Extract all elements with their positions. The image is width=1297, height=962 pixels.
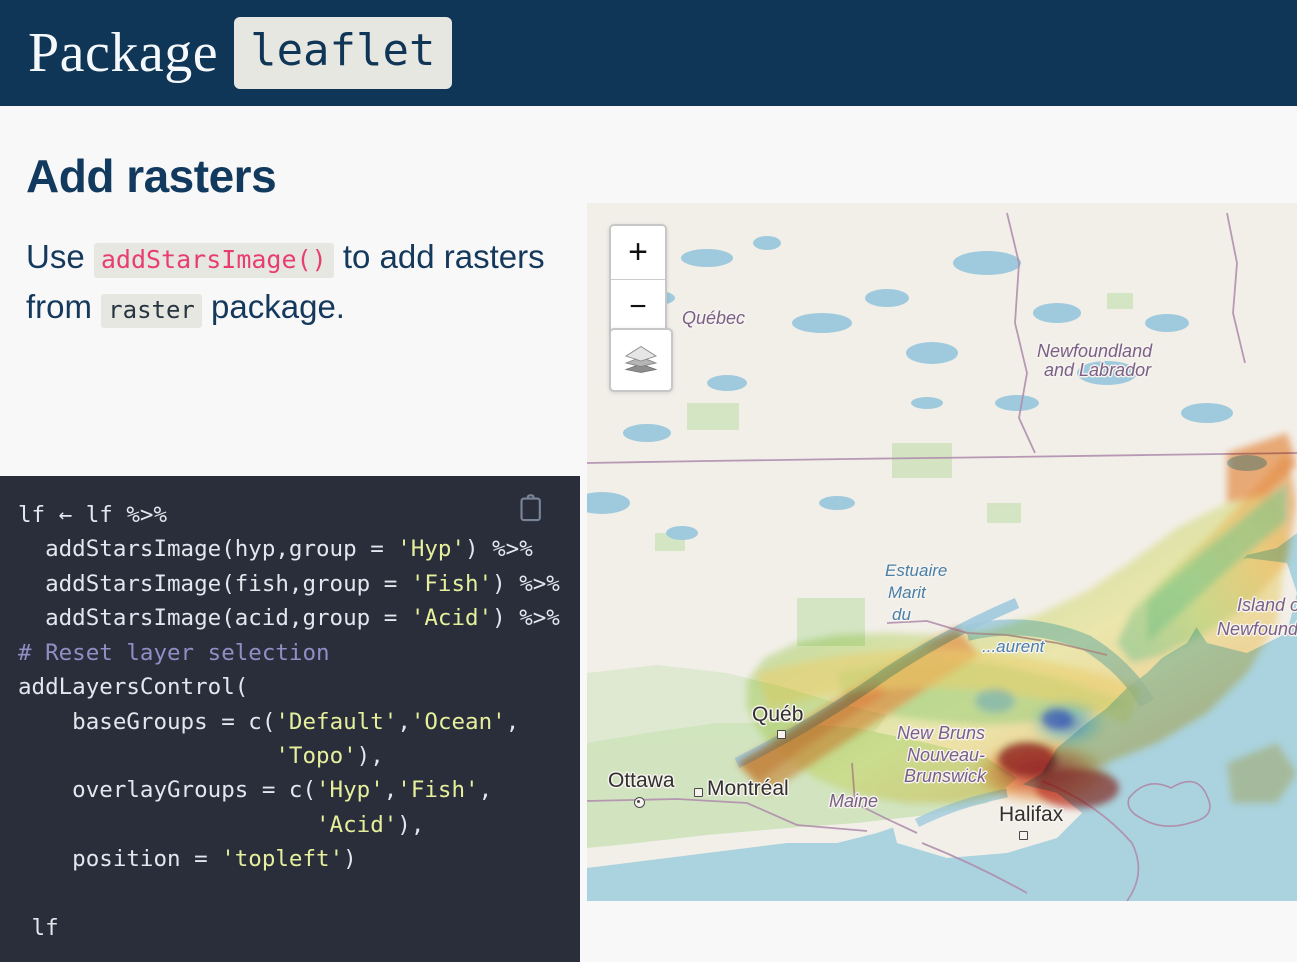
code-content: lf ← lf %>% addStarsImage(hyp,group = 'H… xyxy=(18,502,560,942)
lead-paragraph: Use addStarsImage() to add rasters from … xyxy=(0,200,587,332)
city-marker-quebec xyxy=(777,730,786,739)
header-title-prefix: Package xyxy=(28,22,219,84)
leaflet-map[interactable]: Québec Newfoundland and Labrador Island … xyxy=(587,203,1297,901)
zoom-out-button[interactable]: − xyxy=(611,280,665,333)
layers-stack-icon xyxy=(624,343,658,378)
zoom-control[interactable]: + − xyxy=(609,224,667,335)
layers-control-button[interactable] xyxy=(609,328,673,392)
content-column: Add rasters Use addStarsImage() to add r… xyxy=(0,106,587,962)
city-marker-halifax xyxy=(1019,831,1028,840)
lead-text-1: Use xyxy=(26,238,85,276)
inline-code-package: raster xyxy=(101,294,202,329)
page-root: Package leaflet Add rasters Use addStars… xyxy=(0,0,1297,962)
header-title: Package leaflet xyxy=(28,17,452,89)
zoom-in-button[interactable]: + xyxy=(611,226,665,280)
code-block: lf ← lf %>% addStarsImage(hyp,group = 'H… xyxy=(0,476,580,962)
inline-code-function: addStarsImage() xyxy=(93,243,334,279)
city-marker-ottawa xyxy=(634,797,645,808)
clipboard-icon[interactable] xyxy=(518,494,544,522)
page-header: Package leaflet xyxy=(0,0,1297,106)
page-title: Add rasters xyxy=(26,150,277,202)
lead-text-3: package. xyxy=(211,288,345,326)
city-marker-montreal xyxy=(694,788,703,797)
package-name-badge: leaflet xyxy=(234,17,452,89)
